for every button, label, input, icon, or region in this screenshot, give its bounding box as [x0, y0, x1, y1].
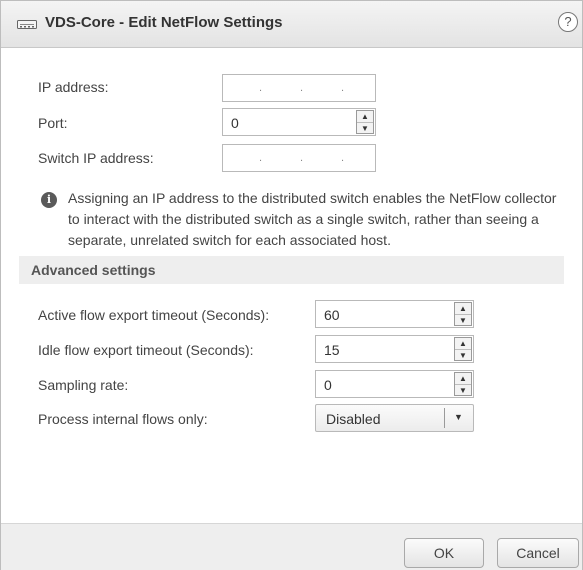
ip-dot: . — [341, 152, 345, 164]
idle-timeout-input[interactable]: 15 — [315, 335, 474, 363]
switch-icon — [17, 20, 37, 29]
sampling-rate-input[interactable]: 0 — [315, 370, 474, 398]
info-message: Assigning an IP address to the distribut… — [68, 190, 557, 248]
spin-down-icon[interactable]: ▼ — [357, 123, 373, 134]
spin-up-icon[interactable]: ▲ — [455, 338, 471, 350]
ip-dot: . — [341, 82, 345, 94]
port-input[interactable]: 0 — [222, 108, 376, 136]
port-label: Port: — [38, 115, 68, 131]
spin-up-icon[interactable]: ▲ — [455, 373, 471, 385]
port-spin-buttons[interactable]: ▲ ▼ — [356, 110, 374, 134]
cancel-button[interactable]: Cancel — [497, 538, 579, 568]
idle-timeout-label: Idle flow export timeout (Seconds): — [38, 342, 254, 358]
dialog-title: VDS-Core - Edit NetFlow Settings — [45, 14, 283, 31]
ip-address-input[interactable]: . . . — [222, 74, 376, 102]
ip-dot: . — [300, 152, 304, 164]
ip-address-label: IP address: — [38, 79, 109, 95]
dialog-titlebar: VDS-Core - Edit NetFlow Settings ? — [1, 1, 582, 48]
active-timeout-stepper[interactable]: 60 ▲ ▼ — [315, 300, 474, 328]
switch-ip-label: Switch IP address: — [38, 150, 154, 166]
active-timeout-spin-buttons[interactable]: ▲ ▼ — [454, 302, 472, 326]
chevron-down-icon[interactable]: ▼ — [454, 412, 463, 422]
sampling-rate-spin-buttons[interactable]: ▲ ▼ — [454, 372, 472, 396]
info-icon: i — [41, 192, 57, 208]
port-stepper[interactable]: 0 ▲ ▼ — [222, 108, 376, 136]
ip-dot: . — [300, 82, 304, 94]
spin-down-icon[interactable]: ▼ — [455, 315, 471, 326]
advanced-settings-title: Advanced settings — [31, 262, 156, 278]
help-icon[interactable]: ? — [558, 12, 578, 32]
active-timeout-input[interactable]: 60 — [315, 300, 474, 328]
internal-flows-value: Disabled — [326, 411, 381, 427]
sampling-rate-stepper[interactable]: 0 ▲ ▼ — [315, 370, 474, 398]
edit-netflow-dialog: VDS-Core - Edit NetFlow Settings ? IP ad… — [0, 0, 583, 570]
idle-timeout-stepper[interactable]: 15 ▲ ▼ — [315, 335, 474, 363]
idle-timeout-spin-buttons[interactable]: ▲ ▼ — [454, 337, 472, 361]
spin-down-icon[interactable]: ▼ — [455, 385, 471, 396]
ip-dot: . — [259, 152, 263, 164]
active-timeout-label: Active flow export timeout (Seconds): — [38, 307, 270, 323]
internal-flows-select[interactable]: Disabled ▼ — [315, 404, 474, 432]
internal-flows-label: Process internal flows only: — [38, 411, 208, 427]
sampling-rate-label: Sampling rate: — [38, 377, 129, 393]
spin-down-icon[interactable]: ▼ — [455, 350, 471, 361]
switch-ip-input[interactable]: . . . — [222, 144, 376, 172]
spin-up-icon[interactable]: ▲ — [357, 111, 373, 123]
dialog-footer — [1, 523, 582, 570]
spin-up-icon[interactable]: ▲ — [455, 303, 471, 315]
ok-button[interactable]: OK — [404, 538, 484, 568]
ip-dot: . — [259, 82, 263, 94]
select-divider — [444, 408, 445, 428]
